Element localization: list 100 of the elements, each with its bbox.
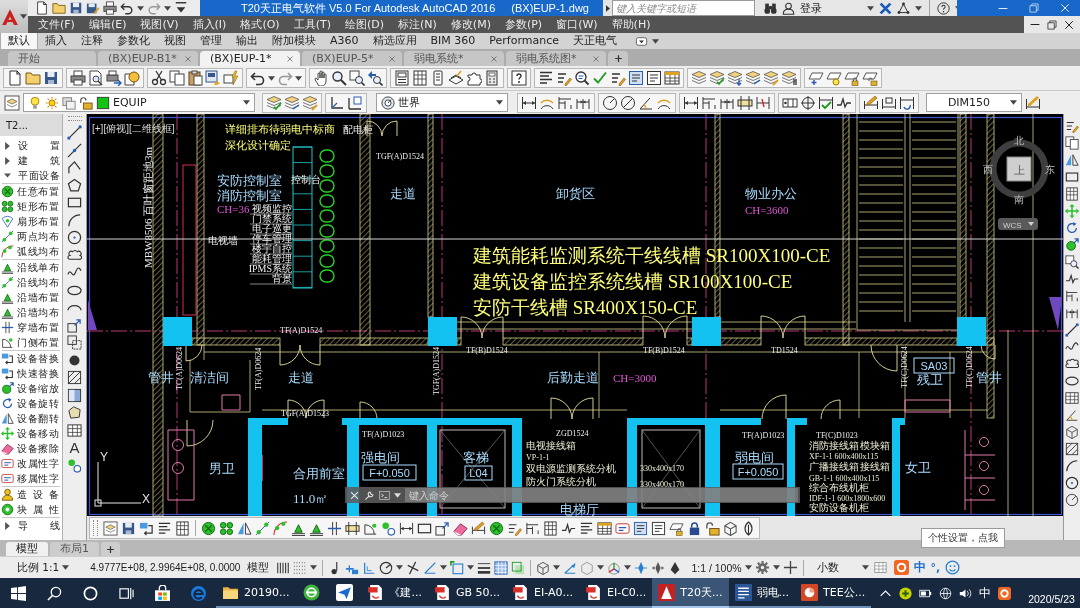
palette-item[interactable]: 建 筑 <box>0 153 62 168</box>
table-icon[interactable] <box>597 520 612 536</box>
dimension-edit-icon[interactable] <box>471 520 486 536</box>
hatch-icon[interactable] <box>1065 441 1079 456</box>
caret-icon[interactable] <box>268 75 275 81</box>
layers-pencil-icon[interactable] <box>763 70 779 86</box>
ribbon-tab[interactable]: 插入 <box>38 33 74 49</box>
ribbon-tab[interactable]: 输出 <box>229 33 265 49</box>
ellipse-icon[interactable] <box>1065 373 1079 388</box>
wrench-icon[interactable] <box>364 489 375 501</box>
compass-direction[interactable]: 北 <box>1014 135 1024 146</box>
view-cube[interactable]: 上 <box>1006 156 1032 182</box>
menu-item[interactable]: 窗口(W) <box>556 17 598 32</box>
palette-item[interactable]: 导 线 <box>0 518 62 533</box>
taskbar-item[interactable]: T20天... <box>652 578 729 608</box>
ribbon-tab[interactable]: 参数化 <box>110 33 157 49</box>
undo-icon[interactable] <box>250 70 266 86</box>
punctuation-toggle[interactable]: °, <box>930 561 941 574</box>
task-view-icon[interactable] <box>118 585 134 601</box>
dimension-pencil-icon[interactable] <box>1025 94 1041 111</box>
dropdown-box-icon[interactable] <box>634 35 650 47</box>
palette-item[interactable]: 沿墙布置 <box>0 290 62 305</box>
radius-icon[interactable] <box>602 94 618 111</box>
bar-caret-icon[interactable] <box>174 1 188 15</box>
layer-dropdown[interactable]: EQUIP <box>23 93 255 112</box>
minimize-icon[interactable] <box>1030 23 1040 26</box>
smiley-icon[interactable] <box>945 560 961 575</box>
circle-cross-icon[interactable] <box>201 520 216 536</box>
polygon-icon[interactable] <box>67 405 82 420</box>
dial-icon[interactable] <box>381 95 395 110</box>
palette-item[interactable]: 任意布置 <box>0 184 62 199</box>
gauge-icon[interactable] <box>379 560 394 575</box>
help-icon[interactable] <box>937 1 950 15</box>
baseline-dimension-icon[interactable] <box>525 520 540 536</box>
four-dots-icon[interactable] <box>219 520 234 536</box>
text-pen-icon[interactable] <box>556 70 572 86</box>
new-file-icon[interactable] <box>7 70 23 86</box>
swap-icon[interactable] <box>139 520 154 536</box>
globe-icon[interactable] <box>939 586 953 600</box>
taskbar-item[interactable]: EI-A0... <box>506 578 579 608</box>
palette-item[interactable]: 弧线均布 <box>0 244 62 259</box>
dimension-icon[interactable] <box>683 94 699 111</box>
ribbon-tab[interactable]: 管理 <box>193 33 229 49</box>
taskbar-item[interactable]: 20190... <box>216 578 296 608</box>
menu-item[interactable]: 绘图(D) <box>344 17 385 32</box>
save-icon[interactable] <box>121 520 136 536</box>
caret-icon[interactable] <box>553 565 561 570</box>
circle-icon[interactable] <box>1065 475 1079 490</box>
caret-icon[interactable] <box>62 565 70 570</box>
diameter-icon[interactable] <box>620 94 636 111</box>
caret-icon[interactable] <box>867 5 874 11</box>
ucs-dropdown[interactable]: 世界 <box>376 93 508 112</box>
annotation-scale-button[interactable]: 1:1 / 100% <box>691 561 742 574</box>
triangle-nodes-icon[interactable] <box>897 1 910 15</box>
dimension-edit-icon[interactable] <box>863 94 879 111</box>
zoom-window-icon[interactable] <box>1065 254 1079 269</box>
caret-icon[interactable] <box>164 5 171 11</box>
magnifier-lines-icon[interactable] <box>574 70 590 86</box>
ring-tile-icon[interactable] <box>893 560 909 575</box>
diamond-line-icon[interactable] <box>634 560 649 575</box>
palette-item[interactable]: 设 置 <box>0 138 62 153</box>
expand-arrow-icon[interactable] <box>5 521 10 530</box>
document-tab[interactable]: (BX)EUP-B1* <box>98 51 198 66</box>
caret-icon[interactable] <box>243 100 250 105</box>
tilted-sheet-icon[interactable] <box>448 70 464 86</box>
diamond-arrows-icon[interactable] <box>651 560 666 575</box>
two-circles-icon[interactable] <box>381 520 396 536</box>
check-mark-icon[interactable] <box>592 70 608 86</box>
ring-icon[interactable] <box>82 585 98 601</box>
eraser-icon[interactable] <box>453 520 468 536</box>
ribbon-tab[interactable]: 注释 <box>74 33 110 49</box>
copy-icon[interactable] <box>1065 135 1079 150</box>
palette-item[interactable]: 扇形布置 <box>0 214 62 229</box>
baseline-dimension-icon[interactable] <box>1065 288 1079 303</box>
caret-icon[interactable] <box>772 565 780 570</box>
compass-direction[interactable]: 南 <box>1014 194 1024 205</box>
cube-icon[interactable] <box>1065 424 1079 439</box>
arc-icon[interactable] <box>67 212 82 228</box>
layers-pencil-icon[interactable] <box>302 94 318 111</box>
dots-on-line-icon[interactable] <box>255 520 270 536</box>
scale-button[interactable]: 比例 1:1 <box>17 560 60 575</box>
swirl-circle-icon[interactable] <box>189 584 207 602</box>
speaker-icon[interactable] <box>959 586 973 600</box>
layers-stroke-icon[interactable] <box>745 70 761 86</box>
polyline-icon[interactable] <box>67 160 82 175</box>
palette-item[interactable]: 造 设 备 <box>0 487 62 502</box>
overlapping-windows-icon[interactable] <box>62 95 76 110</box>
dimension-icon[interactable] <box>399 520 414 536</box>
grid-sheet-icon[interactable] <box>1065 186 1079 201</box>
expand-arrow-icon[interactable] <box>5 141 10 150</box>
printer-icon[interactable] <box>103 1 117 15</box>
line-dot-icon[interactable] <box>67 142 82 158</box>
crossed-lines-icon[interactable] <box>406 560 421 575</box>
taskbar-item[interactable]: GB 50... <box>428 578 507 608</box>
caret-icon[interactable] <box>652 38 660 44</box>
application-menu-button[interactable] <box>0 0 28 33</box>
light-bulb-icon[interactable] <box>28 95 42 110</box>
layer-lock-icon[interactable] <box>844 70 860 86</box>
caret-icon[interactable] <box>310 565 318 570</box>
palette-item[interactable]: 设备移动 <box>0 426 62 441</box>
